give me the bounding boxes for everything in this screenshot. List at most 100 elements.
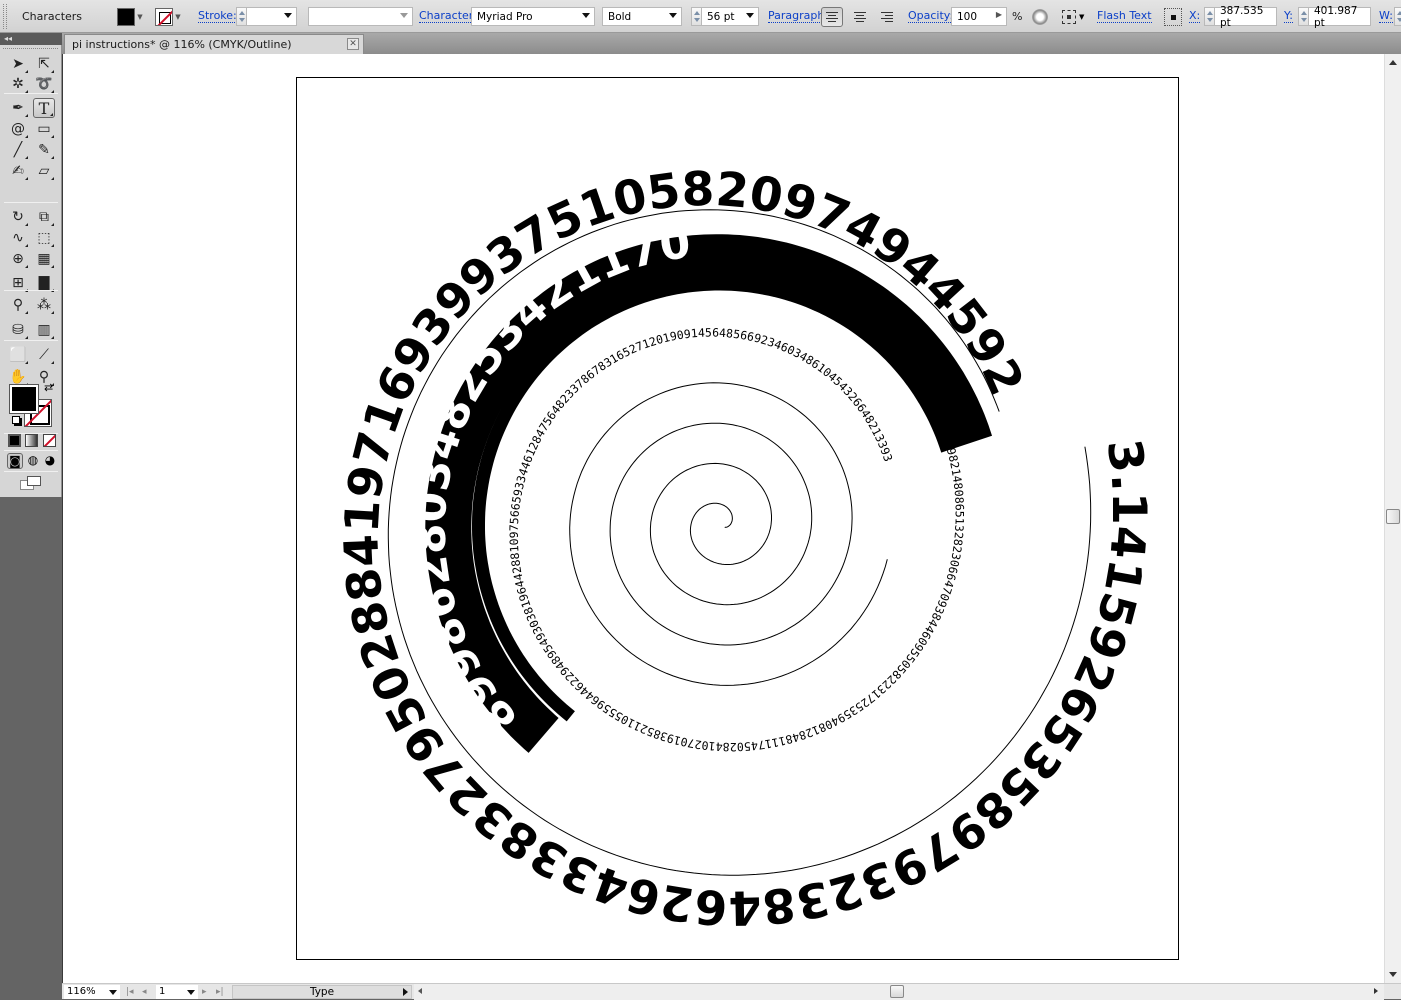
type-tool-button[interactable]: T — [33, 98, 55, 118]
fill-color-swatch[interactable] — [117, 7, 135, 26]
swap-fill-stroke-icon[interactable]: ⇄ — [44, 381, 53, 394]
scroll-down-arrow[interactable] — [1389, 972, 1397, 977]
pi-spiral-artwork[interactable]: 3.14159265358979323846264338327950288419… — [63, 54, 1384, 983]
default-fill-stroke-icon[interactable] — [12, 416, 20, 424]
align-right-button[interactable] — [876, 7, 898, 27]
font-style-select[interactable]: Bold — [602, 7, 682, 26]
draw-inside-button[interactable]: ◕ — [42, 453, 58, 469]
previous-artboard-button[interactable]: ◂ — [142, 985, 147, 999]
perspective-grid-tool-button[interactable]: ▦ — [33, 249, 55, 269]
lasso-tool-button[interactable]: ➰ — [33, 74, 55, 94]
status-menu-arrow[interactable] — [403, 988, 408, 996]
horizontal-scrollbar[interactable] — [414, 984, 1384, 1000]
shape-builder-tool-button[interactable]: ⊕ — [7, 249, 29, 269]
stroke-dropdown-arrow[interactable]: ▼ — [173, 8, 183, 26]
tool-separator — [4, 93, 58, 94]
next-artboard-button[interactable]: ▸ — [202, 985, 207, 999]
paintbrush-tool-button[interactable]: ╱ — [7, 140, 29, 160]
eyedropper-tool-button[interactable]: ⚲ — [7, 295, 29, 315]
symbol-sprayer-tool-button[interactable]: ⛁ — [7, 320, 29, 340]
pencil-tool-button[interactable]: ✎ — [33, 140, 55, 160]
align-center-button[interactable] — [849, 7, 871, 27]
font-size-spinner[interactable] — [691, 7, 702, 26]
paintbrush-icon: ╱ — [13, 142, 23, 158]
slice-tool-button[interactable]: ⟋ — [33, 345, 55, 365]
fill-swatch[interactable] — [9, 384, 39, 414]
paragraph-label[interactable]: Paragraph: — [768, 10, 829, 23]
column-graph-tool-button[interactable]: ▥ — [33, 320, 55, 340]
y-field[interactable]: 401.987 pt — [1309, 5, 1371, 29]
artboard-number-select[interactable]: 1 — [156, 985, 198, 999]
opacity-label[interactable]: Opacity: — [908, 10, 954, 23]
warp-tool-button[interactable]: ∿ — [7, 228, 29, 248]
w-label[interactable]: W: — [1379, 10, 1393, 23]
document-tab[interactable]: pi instructions* @ 116% (CMYK/Outline) ✕ — [64, 34, 364, 54]
panel-label[interactable]: Characters — [22, 10, 82, 23]
draw-behind-button[interactable]: ◍ — [25, 453, 41, 469]
isolate-object-icon[interactable] — [1062, 9, 1076, 24]
recolor-artwork-icon[interactable] — [1032, 8, 1048, 25]
status-indicator[interactable]: Type — [232, 985, 412, 999]
artboard-tool-button[interactable]: ⬜ — [7, 345, 29, 365]
zoom-level-select[interactable]: 116% — [64, 985, 120, 999]
free-transform-tool-button[interactable]: ⬚ — [33, 228, 55, 248]
opacity-field[interactable]: 100 ▶ — [951, 7, 1007, 26]
scroll-right-arrow[interactable] — [1374, 988, 1378, 994]
stroke-weight-spinner[interactable] — [236, 7, 247, 26]
x-spinner[interactable] — [1204, 7, 1215, 26]
draw-normal-button[interactable]: ◙ — [7, 453, 23, 469]
character-label[interactable]: Character: — [419, 10, 477, 23]
magic-wand-tool-button[interactable]: ✲ — [7, 74, 29, 94]
font-size-field[interactable]: 56 pt — [702, 7, 759, 26]
hand-tool-button[interactable]: ✋ — [7, 367, 29, 387]
none-mode-button[interactable] — [43, 434, 56, 447]
x-label[interactable]: X: — [1189, 10, 1201, 23]
first-artboard-button[interactable]: |◂ — [126, 985, 134, 999]
vertical-scroll-thumb[interactable] — [1386, 509, 1400, 524]
brush-definition-field[interactable] — [308, 7, 413, 26]
spiral-tool-button[interactable]: @ — [7, 119, 29, 139]
font-family-select[interactable]: Myriad Pro — [471, 7, 595, 26]
stroke-label[interactable]: Stroke: — [198, 10, 237, 23]
blend-tool-button[interactable]: ⁂ — [33, 295, 55, 315]
scroll-left-arrow[interactable] — [418, 988, 422, 994]
horizontal-scroll-thumb[interactable] — [890, 985, 904, 998]
selection-tool-button[interactable]: ➤ — [7, 54, 29, 74]
align-left-button[interactable] — [821, 6, 843, 27]
toolpanel-collapse-button[interactable]: ◂◂ — [0, 33, 62, 45]
free-transform-icon: ⬚ — [37, 230, 51, 246]
stroke-weight-field[interactable] — [247, 7, 297, 26]
toolpanel-grip[interactable] — [3, 48, 58, 50]
inner-spiral-path[interactable] — [569, 382, 888, 686]
y-label[interactable]: Y: — [1284, 10, 1293, 23]
last-artboard-button[interactable]: ▸| — [216, 985, 224, 999]
eraser-tool-button[interactable]: ▱ — [33, 161, 55, 181]
gradient-mode-button[interactable] — [25, 434, 38, 447]
tool-separator — [4, 202, 58, 203]
screen-mode-button[interactable] — [20, 476, 42, 490]
reference-point-icon[interactable] — [1164, 7, 1182, 26]
x-field[interactable]: 387.535 pt — [1215, 5, 1277, 29]
stroke-color-swatch[interactable] — [155, 7, 173, 26]
blob-brush-tool-button[interactable]: ✍ — [7, 161, 29, 181]
fill-dropdown-arrow[interactable]: ▼ — [135, 8, 145, 26]
direct-selection-tool-button[interactable]: ⇱ — [33, 54, 55, 74]
color-mode-button[interactable] — [8, 434, 21, 447]
scale-tool-button[interactable]: ⧉ — [33, 207, 55, 227]
spiral-icon: @ — [11, 121, 25, 137]
hand-icon: ✋ — [9, 369, 27, 385]
control-bar-grip[interactable] — [3, 4, 7, 29]
rotate-tool-button[interactable]: ↻ — [7, 207, 29, 227]
close-tab-icon[interactable]: ✕ — [347, 38, 359, 50]
pen-tool-button[interactable]: ✒ — [7, 98, 29, 118]
vertical-scrollbar[interactable] — [1384, 54, 1401, 983]
flash-text-link[interactable]: Flash Text — [1097, 10, 1152, 23]
scroll-up-arrow[interactable] — [1389, 60, 1397, 65]
w-spinner[interactable] — [1394, 7, 1401, 26]
rectangle-tool-button[interactable]: ▭ — [33, 119, 55, 139]
y-spinner[interactable] — [1298, 7, 1309, 26]
canvas[interactable]: 3.14159265358979323846264338327950288419… — [62, 54, 1384, 983]
isolate-dropdown-arrow[interactable]: ▼ — [1079, 13, 1084, 21]
outer-digits-text[interactable]: 3.14159265358979323846264338327950288419… — [63, 54, 1156, 935]
opacity-slider-arrow[interactable]: ▶ — [996, 10, 1002, 19]
